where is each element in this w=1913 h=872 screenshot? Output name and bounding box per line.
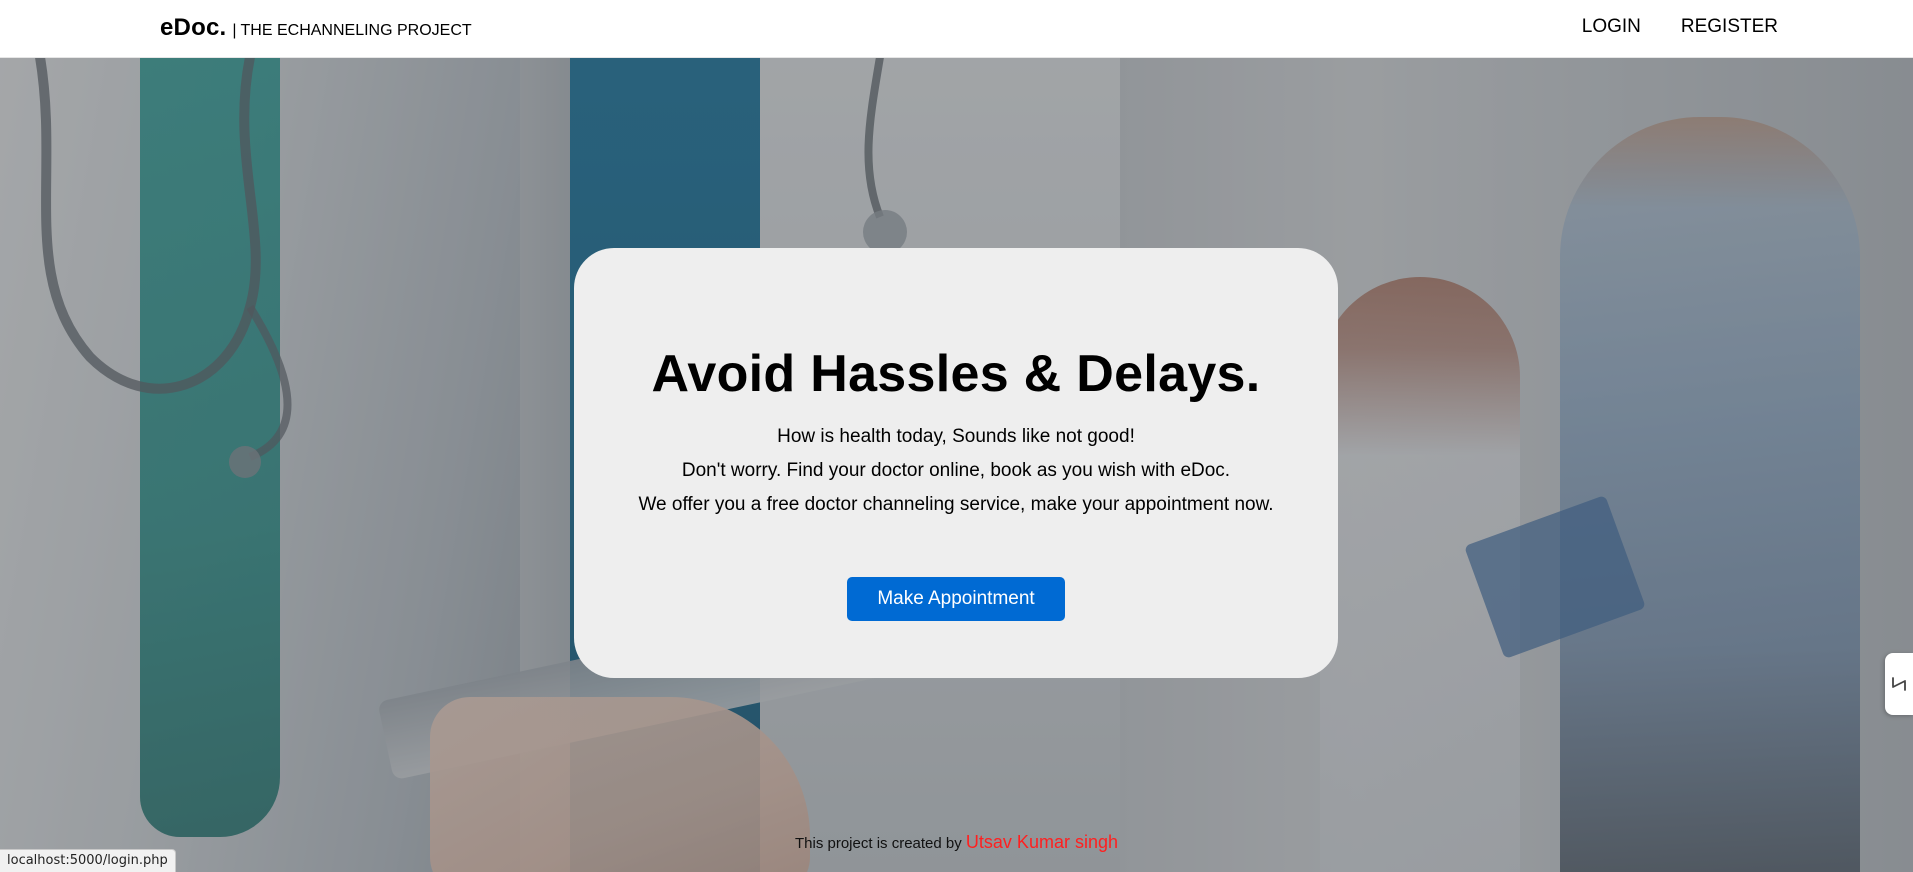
brand-tagline: THE ECHANNELING PROJECT	[240, 22, 472, 39]
register-link[interactable]: REGISTER	[1681, 16, 1778, 38]
side-panel-tab[interactable]	[1885, 653, 1913, 715]
credit-prefix: This project is created by	[795, 835, 962, 852]
brand[interactable]: eDoc. | THE ECHANNELING PROJECT	[160, 14, 472, 42]
brand-name: eDoc.	[160, 14, 227, 41]
hero-line: Don't worry. Find your doctor online, bo…	[681, 460, 1231, 481]
top-navbar: eDoc. | THE ECHANNELING PROJECT LOGIN RE…	[0, 0, 1913, 58]
make-appointment-button[interactable]: Make Appointment	[847, 577, 1065, 621]
hero-line: We offer you a free doctor channeling se…	[638, 494, 1274, 515]
status-bar-url: localhost:5000/login.php	[0, 849, 176, 872]
credit-author: Utsav Kumar singh	[965, 832, 1118, 852]
resize-handle-icon	[1892, 677, 1906, 691]
nav-links: LOGIN REGISTER	[1582, 16, 1778, 38]
hero-description: How is health today, Sounds like not goo…	[634, 420, 1278, 522]
login-link[interactable]: LOGIN	[1582, 16, 1641, 38]
hero-card: Avoid Hassles & Delays. How is health to…	[574, 248, 1338, 678]
hero-line: How is health today, Sounds like not goo…	[777, 426, 1135, 447]
landing-page: eDoc. | THE ECHANNELING PROJECT LOGIN RE…	[0, 0, 1913, 872]
hero-title: Avoid Hassles & Delays.	[651, 345, 1261, 403]
credit-line: This project is created by Utsav Kumar s…	[0, 832, 1913, 853]
brand-separator: |	[232, 22, 237, 39]
